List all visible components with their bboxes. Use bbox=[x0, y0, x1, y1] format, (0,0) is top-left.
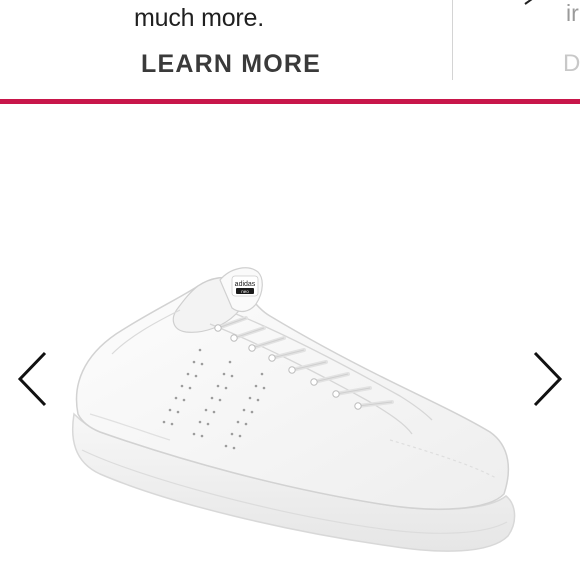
promo-card[interactable]: much more. LEARN MORE bbox=[0, 0, 452, 99]
learn-more-link[interactable]: LEARN MORE bbox=[141, 50, 321, 79]
page: much more. LEARN MORE ir D adidas neo bbox=[0, 0, 580, 580]
promo-text: much more. bbox=[134, 4, 264, 32]
chevron-left-icon[interactable] bbox=[12, 349, 52, 409]
next-card-text: ir bbox=[566, 0, 579, 26]
shoe-logo-text: adidas bbox=[235, 281, 256, 288]
product-gallery: adidas neo bbox=[0, 104, 580, 580]
shoe-tag-text: neo bbox=[241, 289, 249, 294]
chevron-right-icon[interactable] bbox=[528, 349, 568, 409]
product-image[interactable]: adidas neo bbox=[60, 264, 530, 564]
promo-banner: much more. LEARN MORE ir D bbox=[0, 0, 580, 99]
next-card-cta: D bbox=[563, 50, 580, 77]
chevron-icon bbox=[524, 0, 533, 5]
promo-card-next[interactable]: ir D bbox=[453, 0, 580, 99]
